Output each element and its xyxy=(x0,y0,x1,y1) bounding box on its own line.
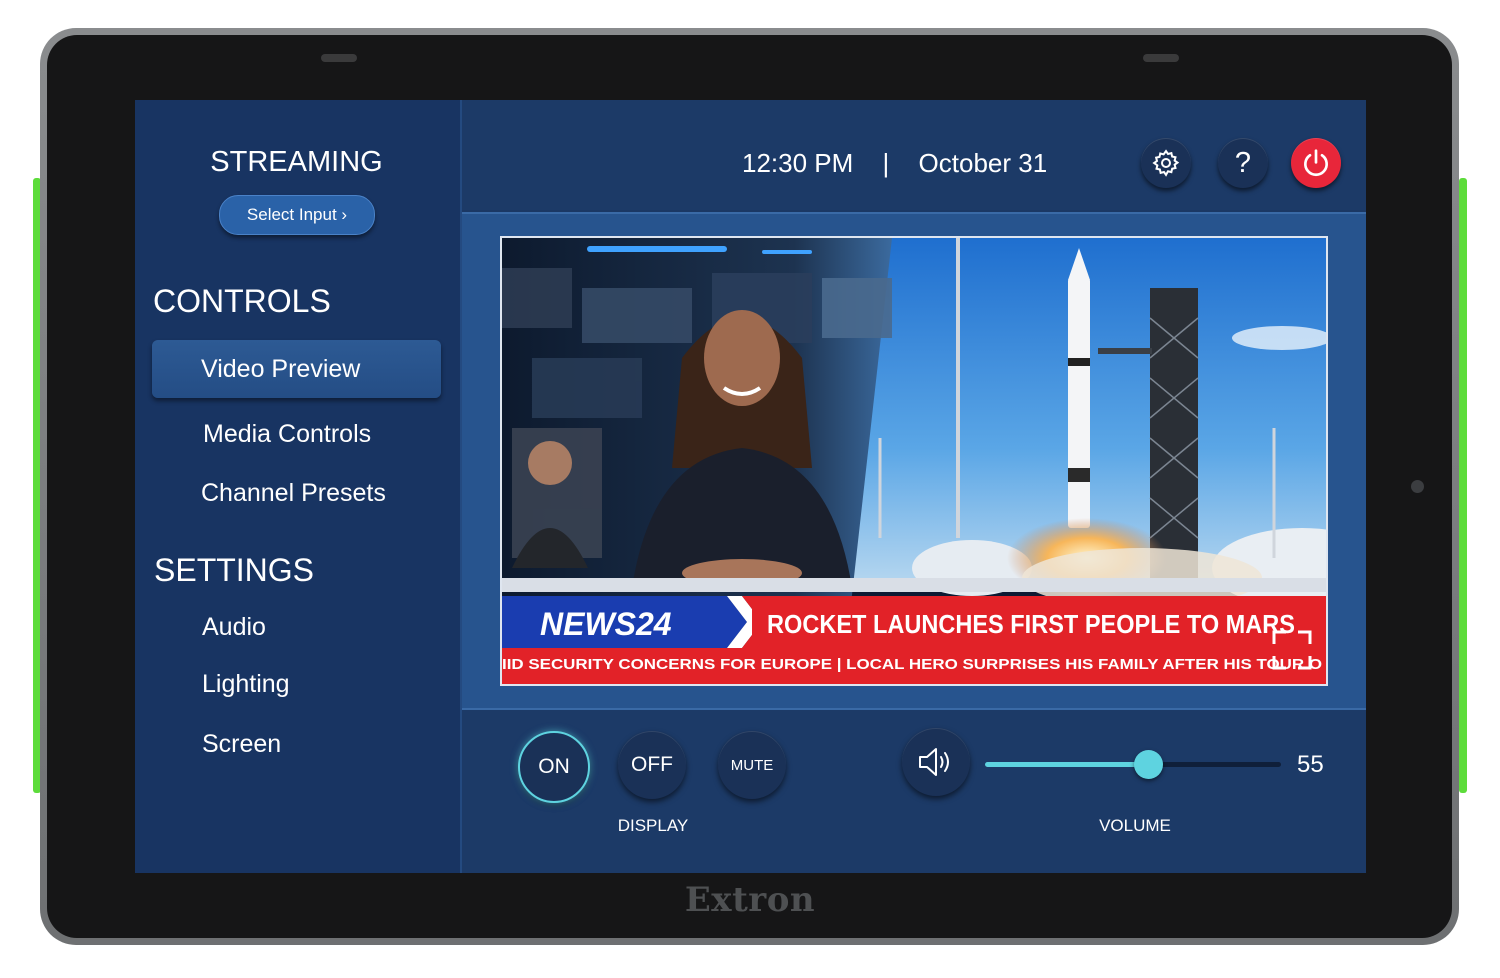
sidebar-item-label: Video Preview xyxy=(201,355,361,383)
news-headline: ROCKET LAUNCHES FIRST PEOPLE TO MARS xyxy=(767,609,1295,639)
camera-lens xyxy=(1411,480,1424,493)
brand-logo: Extron xyxy=(684,880,816,920)
touch-screen: STREAMING Select Input › CONTROLS Video … xyxy=(135,100,1366,873)
volume-slider-fill xyxy=(985,762,1148,767)
sidebar-item-lighting[interactable]: Lighting xyxy=(202,670,290,699)
sidebar-item-media-controls[interactable]: Media Controls xyxy=(203,420,371,449)
power-button[interactable] xyxy=(1291,138,1341,188)
sidebar-item-channel-presets[interactable]: Channel Presets xyxy=(201,479,386,508)
settings-heading: SETTINGS xyxy=(154,552,315,588)
controls-bar xyxy=(462,708,1366,873)
news-logo: NEWS24 xyxy=(540,606,672,642)
volume-slider[interactable] xyxy=(985,750,1281,779)
volume-mute-button[interactable] xyxy=(902,728,970,796)
power-icon xyxy=(1304,149,1328,177)
streaming-title: STREAMING xyxy=(210,146,383,178)
question-icon: ? xyxy=(1234,146,1252,179)
sidebar: STREAMING Select Input › CONTROLS Video … xyxy=(135,100,462,873)
help-button[interactable]: ? xyxy=(1218,138,1268,188)
status-led-right xyxy=(1459,178,1467,793)
display-label: DISPLAY xyxy=(617,816,689,835)
select-input-button[interactable]: Select Input › xyxy=(219,195,375,235)
display-mute-button[interactable]: MUTE xyxy=(718,731,786,799)
display-off-button[interactable]: OFF xyxy=(618,731,686,799)
sidebar-item-audio[interactable]: Audio xyxy=(202,613,266,642)
speaker-icon xyxy=(919,748,949,776)
sensor-slot-left xyxy=(321,54,357,62)
time-text: 12:30 PM xyxy=(742,148,854,178)
display-on-button[interactable]: ON xyxy=(518,731,590,803)
clock-display: 12:30 PM | October 31 xyxy=(742,148,1047,179)
volume-value: 55 xyxy=(1297,751,1324,778)
volume-slider-handle[interactable] xyxy=(1133,750,1163,779)
date-text: October 31 xyxy=(918,148,1048,178)
volume-label: VOLUME xyxy=(1099,816,1171,835)
sidebar-item-screen[interactable]: Screen xyxy=(202,730,281,759)
gear-icon xyxy=(1152,149,1180,177)
controls-heading: CONTROLS xyxy=(153,283,331,319)
header-bar: 12:30 PM | October 31 ? xyxy=(462,100,1366,210)
fullscreen-icon[interactable] xyxy=(1270,628,1314,672)
news-broadcast-image: NEWS24 ROCKET LAUNCHES FIRST PEOPLE TO M… xyxy=(502,238,1326,684)
sidebar-item-video-preview[interactable]: Video Preview xyxy=(152,340,441,398)
video-preview[interactable]: NEWS24 ROCKET LAUNCHES FIRST PEOPLE TO M… xyxy=(500,236,1328,686)
sensor-slot-right xyxy=(1143,54,1179,62)
time-date-separator: | xyxy=(882,148,890,178)
settings-button[interactable] xyxy=(1141,138,1191,188)
news-ticker: IID SECURITY CONCERNS FOR EUROPE | LOCAL… xyxy=(502,656,1322,673)
